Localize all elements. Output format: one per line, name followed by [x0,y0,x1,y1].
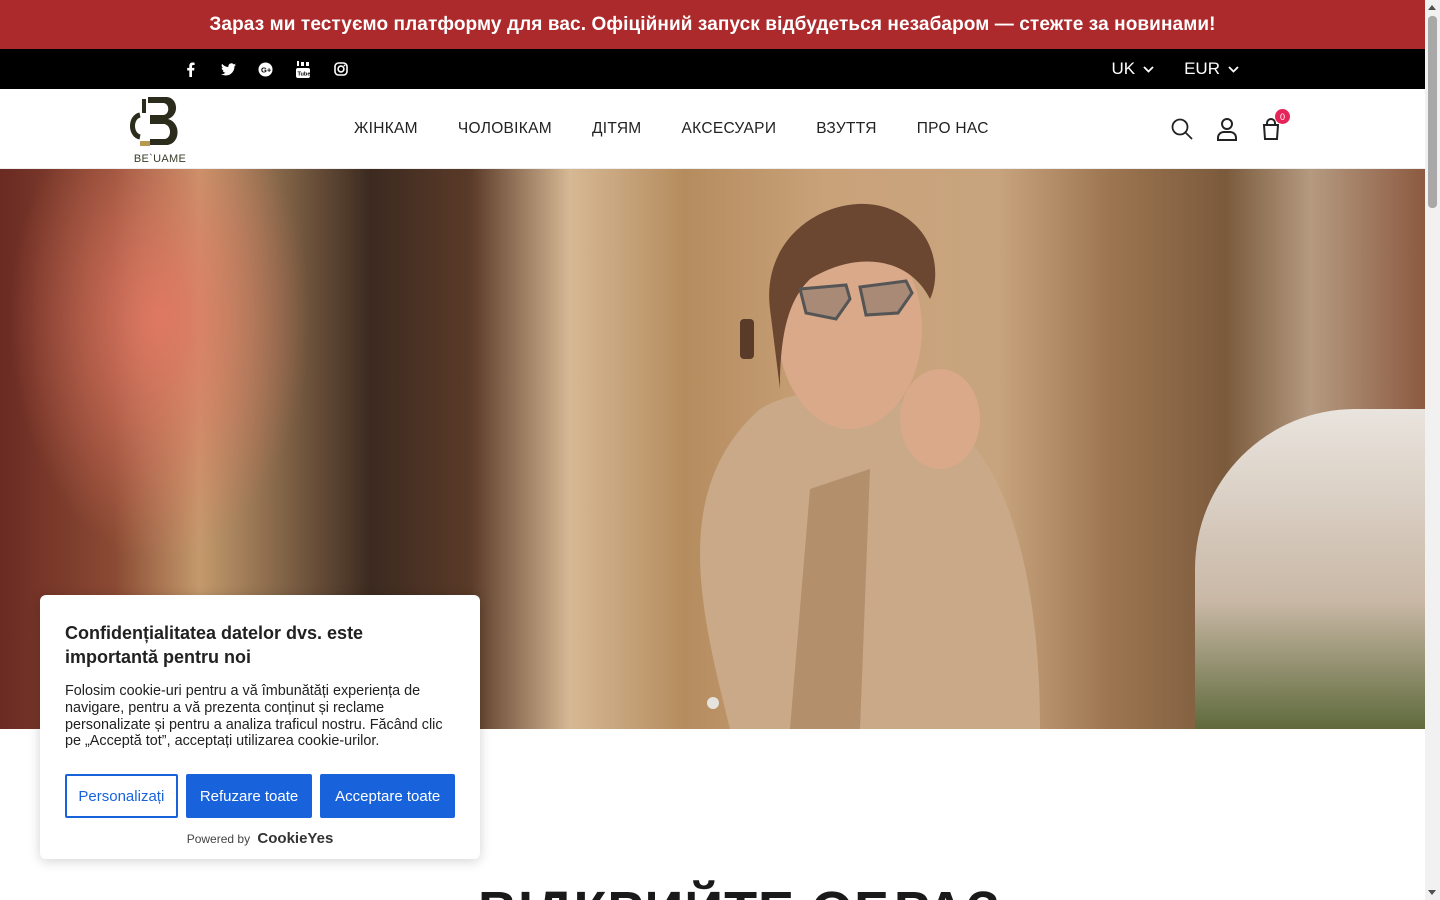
svg-text:G+: G+ [261,65,272,74]
language-selector[interactable]: UK [1111,59,1154,79]
currency-value: EUR [1184,59,1220,78]
cookie-text: Folosim cookie-uri pentru a vă îmbunătăț… [65,683,443,750]
hero-arch-background [1195,409,1425,729]
cart-count-badge: 0 [1275,109,1290,124]
nav-women[interactable]: ЖІНКАМ [354,120,418,138]
main-nav: ЖІНКАМ ЧОЛОВІКАМ ДІТЯМ АКСЕСУАРИ ВЗУТТЯ … [354,89,989,169]
instagram-icon[interactable] [322,62,360,76]
announcement-text: Зараз ми тестуємо платформу для вас. Офі… [209,13,1216,35]
currency-selector[interactable]: EUR [1184,59,1239,79]
section-title: ВІДКРИЙТЕ ОБРАЗ [478,880,1001,900]
nav-accessories[interactable]: АКСЕСУАРИ [682,120,777,138]
nav-men[interactable]: ЧОЛОВІКАМ [458,120,552,138]
cookie-buttons: Personalizați Refuzare toate Acceptare t… [65,774,455,819]
cookie-title: Confidențialitatea datelor dvs. este imp… [65,623,364,667]
search-icon[interactable] [1170,117,1194,141]
logo[interactable]: BE`UAME [126,95,194,165]
language-value: UK [1111,59,1136,78]
chevron-down-icon [1228,65,1239,73]
twitter-icon[interactable] [210,62,248,76]
site-header: BE`UAME ЖІНКАМ ЧОЛОВІКАМ ДІТЯМ АКСЕСУАРИ… [0,89,1425,169]
cart-icon[interactable]: 0 [1260,109,1290,140]
scroll-down-arrow[interactable] [1428,890,1436,895]
nav-kids[interactable]: ДІТЯМ [592,120,642,138]
scrollbar-thumb[interactable] [1428,16,1437,208]
nav-shoes[interactable]: ВЗУТТЯ [816,120,876,138]
scroll-up-arrow[interactable] [1428,5,1436,10]
locale-selectors: UK EUR [1111,49,1239,89]
nav-about[interactable]: ПРО НАС [917,120,989,138]
hero-model-image [700,203,1040,729]
chevron-down-icon [1143,65,1154,73]
page: Зараз ми тестуємо платформу для вас. Офі… [0,0,1425,900]
accept-all-button[interactable]: Acceptare toate [320,774,455,819]
account-icon[interactable] [1216,117,1238,141]
powered-by: Powered by CookieYes [40,830,480,847]
header-actions: 0 [1170,89,1290,169]
logo-text: BE`UAME [133,153,187,165]
announcement-bar: Зараз ми тестуємо платформу для вас. Офі… [0,0,1425,49]
top-bar: G+ Tube UK EUR [0,49,1425,89]
logo-mark [130,97,178,146]
youtube-icon[interactable]: Tube [285,60,323,78]
customize-button[interactable]: Personalizați [65,774,178,819]
facebook-icon[interactable] [172,62,210,77]
cookie-consent-banner: Confidențialitatea datelor dvs. este imp… [40,595,480,859]
slider-dot[interactable] [707,697,719,709]
cookieyes-logo[interactable]: CookieYes [257,830,333,847]
social-links: G+ Tube [172,49,360,89]
google-plus-icon[interactable]: G+ [247,61,285,77]
page-scrollbar[interactable] [1425,0,1440,900]
svg-text:Tube: Tube [298,71,311,77]
reject-all-button[interactable]: Refuzare toate [185,774,313,819]
powered-by-label: Powered by [186,832,251,846]
